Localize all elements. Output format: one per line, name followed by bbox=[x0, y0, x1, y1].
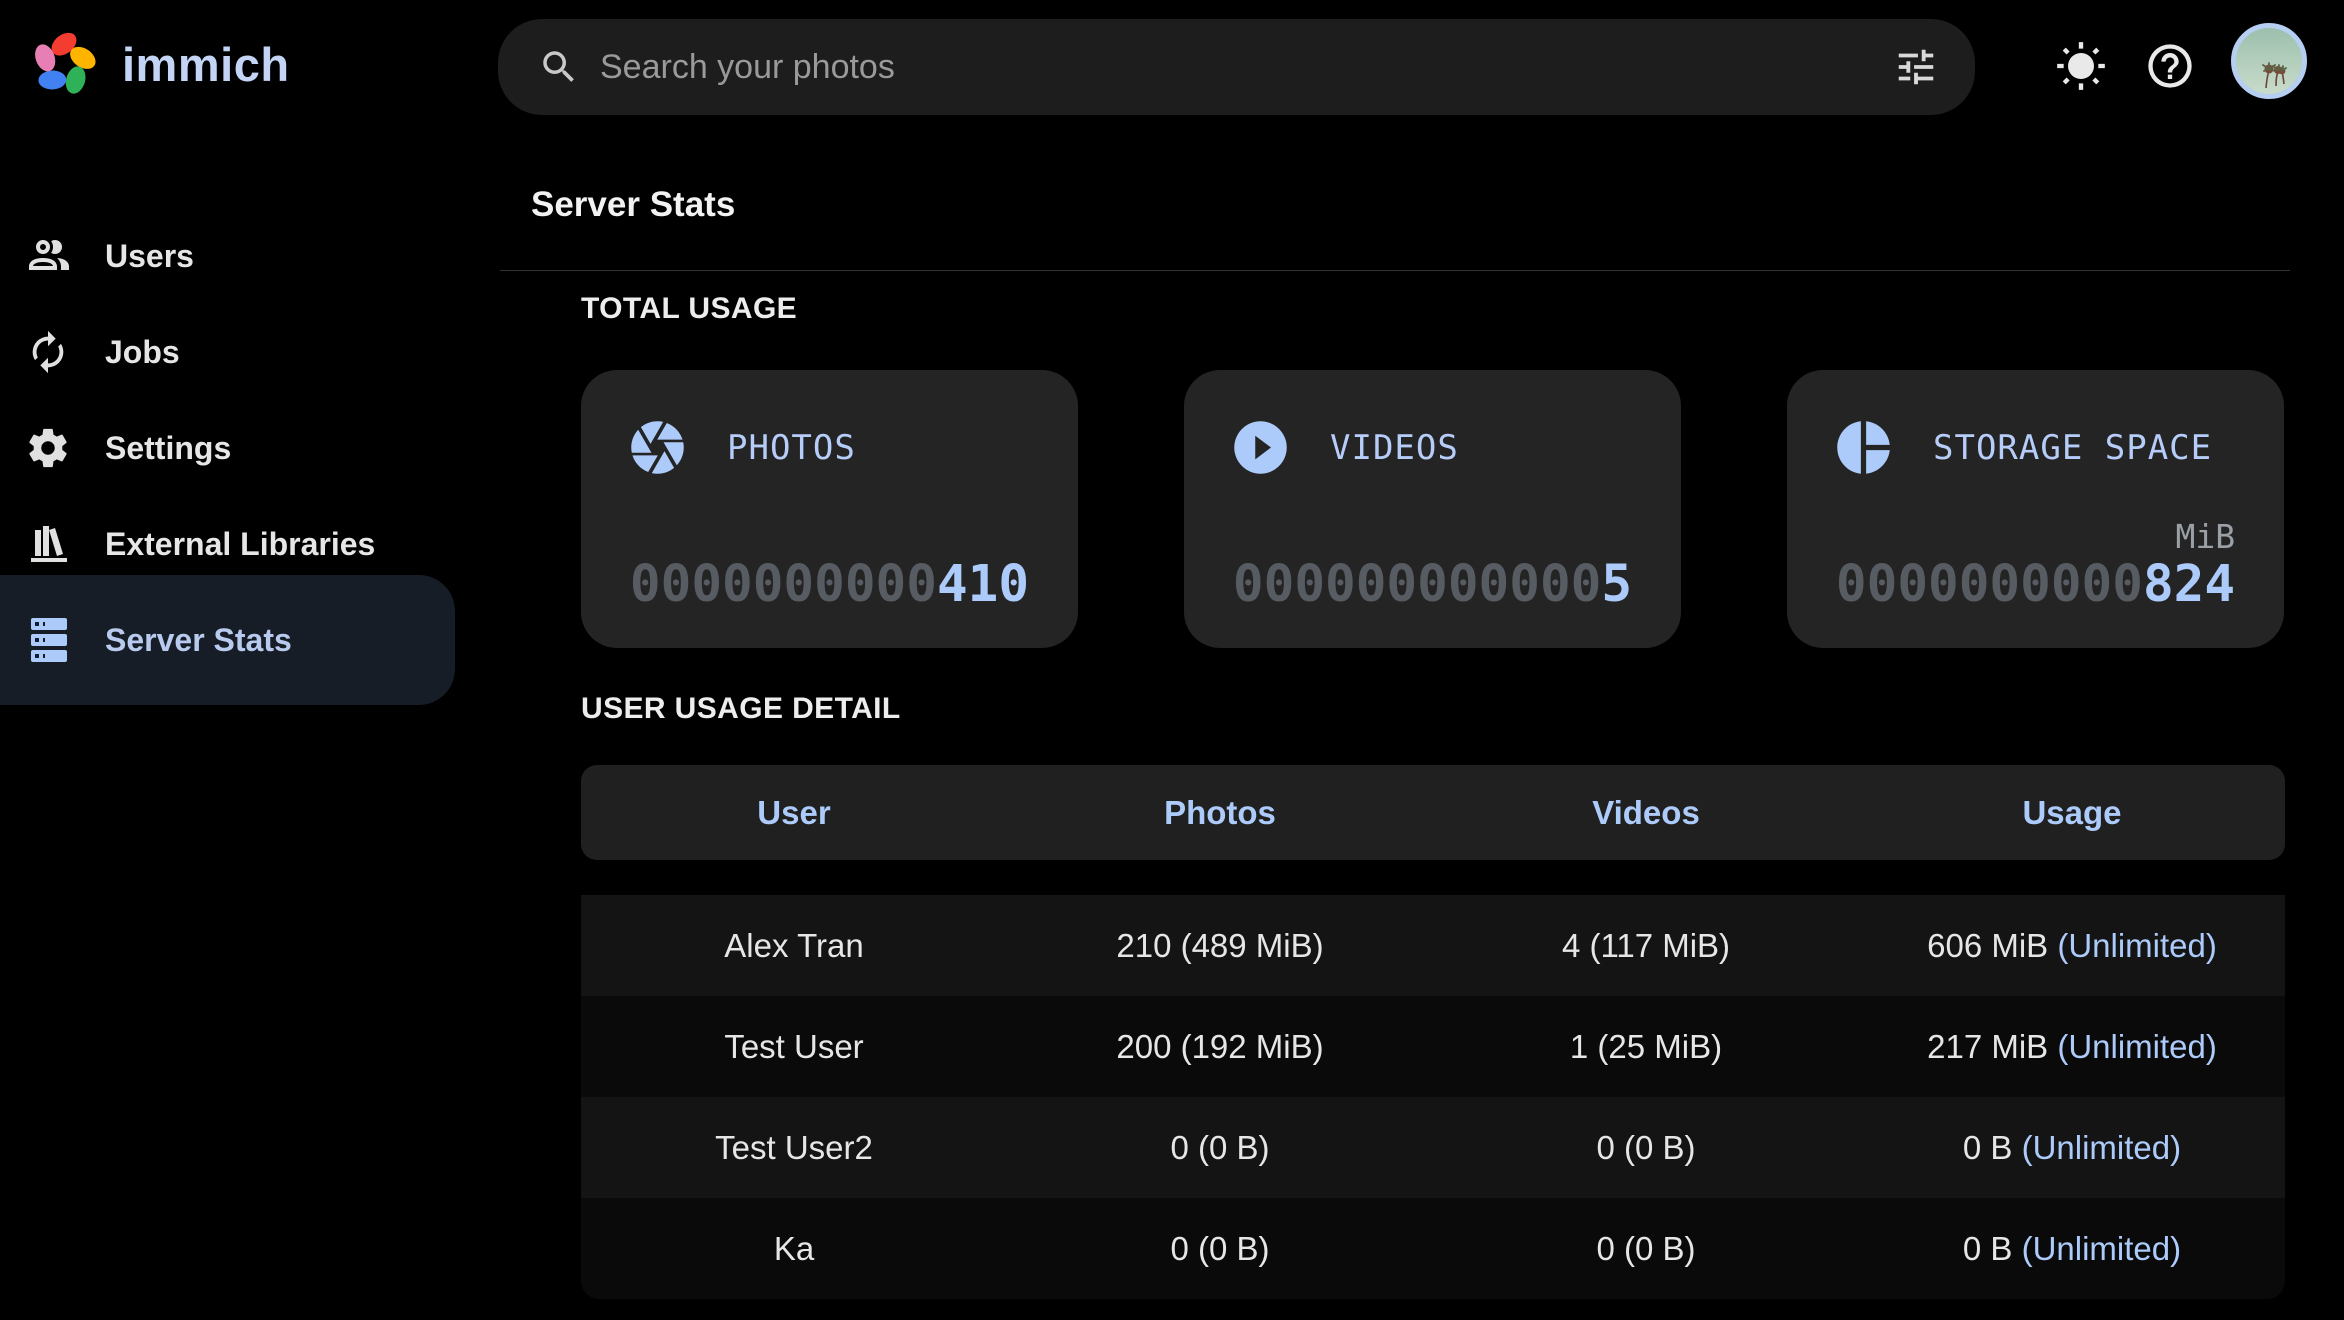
column-header-user: User bbox=[581, 794, 1007, 832]
pie-chart-icon bbox=[1832, 416, 1895, 479]
immich-admin-app: immich bbox=[0, 0, 2344, 1320]
column-header-photos: Photos bbox=[1007, 794, 1433, 832]
usage-table-header: User Photos Videos Usage bbox=[581, 765, 2285, 860]
cell-videos: 0 (0 B) bbox=[1433, 1230, 1859, 1268]
cell-videos: 4 (117 MiB) bbox=[1433, 927, 1859, 965]
search-bar[interactable] bbox=[498, 19, 1975, 115]
theme-toggle-sun-icon[interactable] bbox=[2055, 40, 2107, 92]
cell-photos: 0 (0 B) bbox=[1007, 1230, 1433, 1268]
cell-videos: 1 (25 MiB) bbox=[1433, 1028, 1859, 1066]
immich-flower-icon bbox=[28, 28, 100, 100]
cell-usage: 0 B (Unlimited) bbox=[1859, 1129, 2285, 1167]
admin-sidebar: Users Jobs Settings External Libraries S bbox=[0, 142, 470, 1320]
logo-text: immich bbox=[122, 37, 290, 92]
user-avatar[interactable] bbox=[2231, 23, 2307, 99]
cell-photos: 210 (489 MiB) bbox=[1007, 927, 1433, 965]
card-title: VIDEOS bbox=[1330, 428, 1459, 468]
card-title: STORAGE SPACE bbox=[1933, 428, 2212, 468]
quota-badge: (Unlimited) bbox=[2022, 1129, 2182, 1166]
column-header-videos: Videos bbox=[1433, 794, 1859, 832]
top-bar: immich bbox=[0, 0, 2344, 142]
settings-gear-icon bbox=[25, 425, 71, 471]
play-circle-icon bbox=[1229, 416, 1292, 479]
search-input[interactable] bbox=[598, 47, 1893, 88]
cell-usage: 0 B (Unlimited) bbox=[1859, 1230, 2285, 1268]
card-unit bbox=[630, 516, 1029, 558]
quota-badge: (Unlimited) bbox=[2022, 1230, 2182, 1267]
server-stack-icon bbox=[25, 616, 73, 664]
cell-user: Test User bbox=[581, 1028, 1007, 1066]
title-divider bbox=[500, 270, 2290, 271]
card-count: 0000000000410 bbox=[630, 558, 1029, 612]
library-bookshelf-icon bbox=[25, 520, 73, 568]
sidebar-label: Settings bbox=[105, 430, 231, 467]
card-title: PHOTOS bbox=[727, 428, 856, 468]
total-usage-section-label: TOTAL USAGE bbox=[581, 292, 797, 326]
column-header-usage: Usage bbox=[1859, 794, 2285, 832]
cell-user: Test User2 bbox=[581, 1129, 1007, 1167]
sidebar-item-settings[interactable]: Settings bbox=[0, 400, 455, 496]
usage-table-body: Alex Tran 210 (489 MiB) 4 (117 MiB) 606 … bbox=[581, 895, 2285, 1299]
cell-videos: 0 (0 B) bbox=[1433, 1129, 1859, 1167]
immich-logo[interactable]: immich bbox=[28, 28, 290, 100]
sidebar-item-server-stats[interactable]: Server Stats bbox=[0, 575, 455, 705]
card-count: 0000000000824 bbox=[1836, 558, 2235, 612]
card-count: 0000000000005 bbox=[1233, 558, 1632, 612]
table-row: Ka 0 (0 B) 0 (0 B) 0 B (Unlimited) bbox=[581, 1198, 2285, 1299]
sidebar-item-users[interactable]: Users bbox=[0, 208, 455, 304]
quota-badge: (Unlimited) bbox=[2057, 927, 2217, 964]
help-icon[interactable] bbox=[2144, 40, 2196, 92]
cell-user: Alex Tran bbox=[581, 927, 1007, 965]
page-title: Server Stats bbox=[531, 185, 735, 225]
cell-usage: 217 MiB (Unlimited) bbox=[1859, 1028, 2285, 1066]
sidebar-item-jobs[interactable]: Jobs bbox=[0, 304, 455, 400]
card-unit: MiB bbox=[1836, 516, 2235, 558]
table-row: Test User 200 (192 MiB) 1 (25 MiB) 217 M… bbox=[581, 996, 2285, 1097]
videos-stat-card: VIDEOS 0000000000005 bbox=[1184, 370, 1681, 648]
jobs-sync-icon bbox=[25, 329, 71, 375]
photos-stat-card: PHOTOS 0000000000410 bbox=[581, 370, 1078, 648]
stats-cards-row: PHOTOS 0000000000410 VIDEOS 000000000000… bbox=[581, 370, 2284, 648]
sidebar-label: External Libraries bbox=[105, 526, 375, 563]
table-row: Test User2 0 (0 B) 0 (0 B) 0 B (Unlimite… bbox=[581, 1097, 2285, 1198]
cell-photos: 0 (0 B) bbox=[1007, 1129, 1433, 1167]
users-icon bbox=[25, 232, 73, 280]
storage-stat-card: STORAGE SPACE MiB 0000000000824 bbox=[1787, 370, 2284, 648]
cell-photos: 200 (192 MiB) bbox=[1007, 1028, 1433, 1066]
card-unit bbox=[1233, 516, 1632, 558]
sidebar-label: Server Stats bbox=[105, 622, 292, 659]
user-usage-section-label: USER USAGE DETAIL bbox=[581, 692, 901, 726]
main-content: Server Stats TOTAL USAGE PHOTOS 00000000… bbox=[470, 142, 2344, 1320]
search-icon bbox=[538, 46, 580, 88]
sidebar-label: Jobs bbox=[105, 334, 180, 371]
cell-usage: 606 MiB (Unlimited) bbox=[1859, 927, 2285, 965]
table-row: Alex Tran 210 (489 MiB) 4 (117 MiB) 606 … bbox=[581, 895, 2285, 996]
avatar-photo bbox=[2236, 28, 2302, 94]
sidebar-label: Users bbox=[105, 238, 194, 275]
quota-badge: (Unlimited) bbox=[2057, 1028, 2217, 1065]
search-filter-icon[interactable] bbox=[1893, 44, 1939, 90]
cell-user: Ka bbox=[581, 1230, 1007, 1268]
camera-aperture-icon bbox=[626, 416, 689, 479]
